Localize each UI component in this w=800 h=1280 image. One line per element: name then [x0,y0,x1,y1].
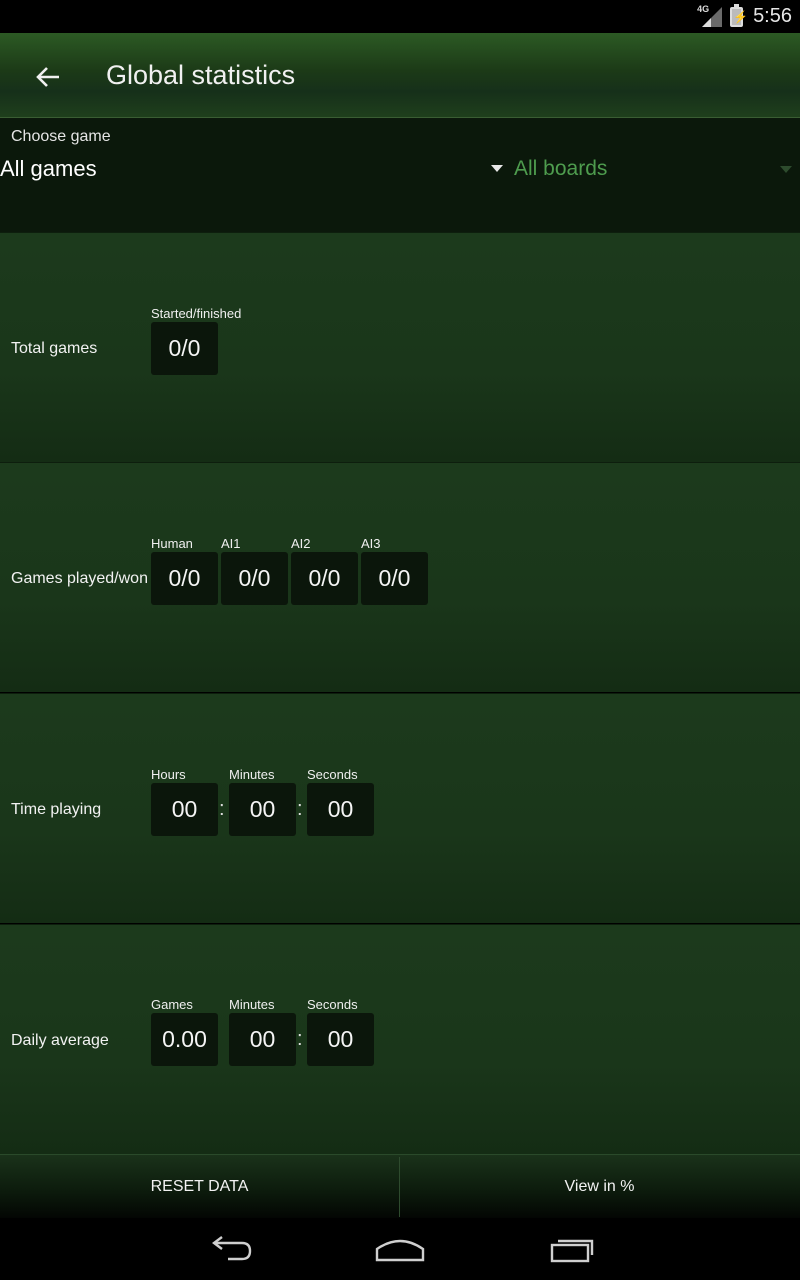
nav-back-button[interactable] [190,1226,270,1272]
daily-average-label: Daily average [11,1032,109,1049]
page-title: Global statistics [106,60,296,90]
daily-seconds-value: 00 [307,1013,374,1066]
status-icons: 4G ⚡ 5:56 [697,0,792,33]
game-select[interactable]: All games [0,156,97,182]
game-filter: Choose game All games All boards [0,118,800,232]
started-finished-caption: Started/finished [151,306,242,321]
board-select-value: All boards [514,157,608,180]
games-played-label: Games played/won [11,570,148,587]
daily-minutes-value: 00 [229,1013,296,1066]
hours-caption: Hours [151,767,186,782]
navigation-bar [0,1218,800,1280]
games-caption: Games [151,997,193,1012]
minutes-caption: Minutes [229,767,275,782]
recent-apps-icon [550,1239,594,1263]
ai2-value: 0/0 [291,552,358,605]
time-separator: : [219,798,225,820]
spinner-arrow-icon [780,166,792,173]
nav-home-button[interactable] [360,1226,440,1272]
total-games-label: Total games [11,340,98,357]
view-percent-button[interactable]: View in % [400,1155,799,1219]
games-played-section: Games played/won Human 0/0 AI1 0/0 AI2 0… [0,462,800,692]
seconds-caption: Seconds [307,767,358,782]
ai3-value: 0/0 [361,552,428,605]
reset-data-button[interactable]: RESET DATA [0,1155,399,1219]
board-select[interactable]: All boards [490,156,800,184]
daily-average-section: Daily average Games 0.00 Minutes 00 : Se… [0,924,800,1154]
signal-icon: 4G [697,3,724,28]
total-games-value: 0/0 [151,322,218,375]
seconds-value: 00 [307,783,374,836]
dropdown-arrow-icon [491,165,503,172]
time-separator: : [297,1028,303,1050]
bottom-button-bar: RESET DATA View in % [0,1154,800,1218]
ai3-caption: AI3 [361,536,381,551]
ai1-value: 0/0 [221,552,288,605]
ai1-caption: AI1 [221,536,241,551]
choose-game-label: Choose game [11,128,111,145]
daily-games-value: 0.00 [151,1013,218,1066]
daily-minutes-caption: Minutes [229,997,275,1012]
arrow-back-icon [36,67,59,87]
human-caption: Human [151,536,193,551]
ai2-caption: AI2 [291,536,311,551]
nav-recents-button[interactable] [532,1226,612,1272]
home-icon [375,1239,425,1262]
time-playing-section: Time playing Hours 00 : Minutes 00 : Sec… [0,693,800,923]
human-value: 0/0 [151,552,218,605]
status-bar: 4G ⚡ 5:56 [0,0,800,33]
status-clock: 5:56 [753,5,792,27]
time-playing-label: Time playing [11,801,102,818]
battery-icon: ⚡ [730,3,748,27]
hours-value: 00 [151,783,218,836]
time-separator: : [297,798,303,820]
network-type: 4G [697,3,710,14]
daily-seconds-caption: Seconds [307,997,358,1012]
minutes-value: 00 [229,783,296,836]
back-button[interactable] [26,55,70,99]
nav-back-icon [212,1236,252,1261]
total-games-section: Total games Started/finished 0/0 [0,232,800,462]
action-bar: Global statistics [0,33,800,118]
